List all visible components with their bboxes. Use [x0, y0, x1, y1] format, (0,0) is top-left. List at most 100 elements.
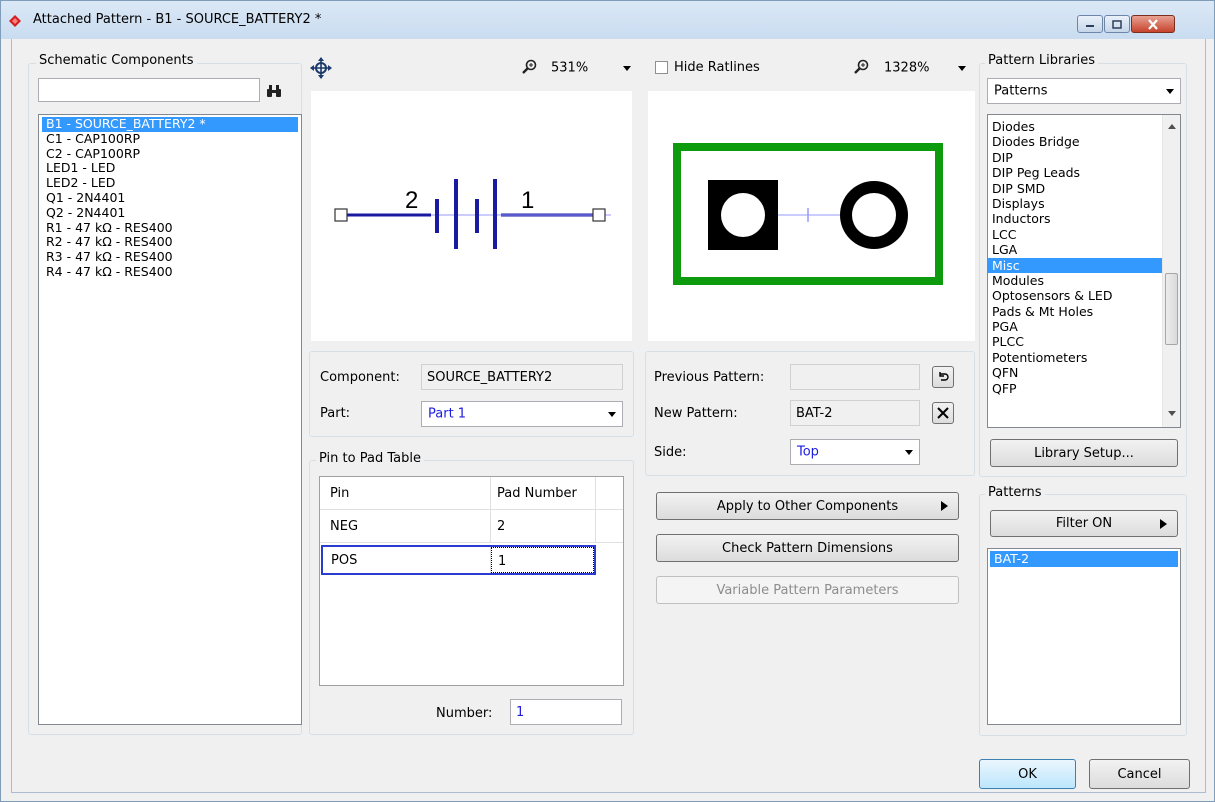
pad-cell-focus[interactable]: 1	[491, 547, 594, 573]
list-item[interactable]: LGA	[988, 242, 1162, 257]
number-input[interactable]: 1	[510, 699, 622, 725]
right-zoom-select[interactable]: 1328%	[878, 56, 972, 80]
ok-button[interactable]: OK	[979, 759, 1076, 789]
minimize-button[interactable]	[1077, 15, 1103, 33]
zoom-icon[interactable]	[522, 59, 538, 75]
number-value: 1	[516, 705, 525, 720]
component-label: Component:	[320, 370, 400, 385]
previous-pattern-field	[790, 364, 920, 390]
library-select[interactable]: Patterns	[987, 78, 1181, 104]
side-label: Side:	[654, 445, 687, 460]
close-icon	[937, 407, 949, 419]
list-item[interactable]: C1 - CAP100RP	[42, 131, 298, 147]
variable-pattern-parameters-label: Variable Pattern Parameters	[716, 582, 899, 598]
list-item[interactable]: R4 - 47 kΩ - RES400	[42, 264, 298, 280]
list-item[interactable]: PLCC	[988, 334, 1162, 349]
list-item[interactable]: LED2 - LED	[42, 175, 298, 191]
variable-pattern-parameters-button[interactable]: Variable Pattern Parameters	[656, 576, 959, 604]
component-value: SOURCE_BATTERY2	[427, 370, 553, 385]
pin-number-right: 1	[521, 187, 534, 214]
part-value: Part 1	[428, 406, 467, 422]
title-bar[interactable]: Attached Pattern - B1 - SOURCE_BATTERY2 …	[1, 1, 1214, 39]
left-zoom-select[interactable]: 531%	[545, 56, 637, 80]
close-button[interactable]	[1131, 15, 1175, 33]
list-item[interactable]: DIP	[988, 150, 1162, 165]
list-item[interactable]: LED1 - LED	[42, 161, 298, 176]
dialog-body: Schematic Components B1 - SOURCE_BATTERY…	[11, 39, 1206, 793]
schematic-components-list[interactable]: B1 - SOURCE_BATTERY2 * C1 - CAP100RP C2 …	[38, 114, 302, 725]
list-item[interactable]: Misc	[988, 257, 1162, 273]
attached-pattern-dialog: Attached Pattern - B1 - SOURCE_BATTERY2 …	[0, 0, 1215, 802]
library-select-value: Patterns	[994, 83, 1048, 99]
list-item[interactable]: C2 - CAP100RP	[42, 146, 298, 162]
pattern-preview[interactable]	[648, 91, 975, 341]
list-item[interactable]: R1 - 47 kΩ - RES400	[42, 220, 298, 236]
maximize-icon	[1112, 19, 1122, 29]
list-item[interactable]: Inductors	[988, 211, 1162, 226]
hide-ratlines-label[interactable]: Hide Ratlines	[674, 60, 760, 75]
left-zoom-value: 531%	[551, 60, 589, 76]
filter-on-label: Filter ON	[1055, 516, 1113, 531]
number-label: Number:	[436, 706, 493, 721]
list-item[interactable]: Diodes	[988, 119, 1162, 134]
list-item[interactable]: B1 - SOURCE_BATTERY2 *	[42, 116, 298, 132]
library-items: Diodes Diodes Bridge DIP DIP Peg Leads D…	[988, 119, 1162, 396]
clear-pattern-button[interactable]	[932, 402, 954, 424]
library-setup-button[interactable]: Library Setup...	[990, 439, 1178, 467]
list-item[interactable]: PGA	[988, 319, 1162, 334]
column-header-pin[interactable]: Pin	[330, 486, 349, 501]
new-pattern-value: BAT-2	[796, 406, 833, 421]
maximize-button[interactable]	[1104, 15, 1130, 33]
part-select[interactable]: Part 1	[421, 401, 623, 427]
binoculars-icon[interactable]	[266, 84, 282, 98]
table-row[interactable]: NEG 2	[320, 510, 623, 543]
list-item[interactable]: Potentiometers	[988, 350, 1162, 365]
zoom-icon[interactable]	[854, 59, 870, 75]
list-item[interactable]: Modules	[988, 273, 1162, 288]
component-search-input[interactable]	[38, 78, 260, 102]
list-item[interactable]: Q2 - 2N4401	[42, 205, 298, 221]
schematic-preview[interactable]: 2 1	[311, 91, 632, 341]
side-select[interactable]: Top	[790, 439, 920, 465]
list-item[interactable]: LCC	[988, 227, 1162, 242]
scroll-up-icon[interactable]	[1168, 124, 1176, 129]
pan-move-icon[interactable]	[310, 57, 332, 79]
schematic-components-label: Schematic Components	[36, 53, 197, 68]
pin-to-pad-table[interactable]: Pin Pad Number NEG 2 POS 1	[319, 476, 624, 686]
list-item[interactable]: Pads & Mt Holes	[988, 304, 1162, 319]
scroll-thumb[interactable]	[1165, 273, 1178, 345]
pin-number-left: 2	[405, 187, 418, 214]
list-item[interactable]: R3 - 47 kΩ - RES400	[42, 249, 298, 265]
column-header-pad[interactable]: Pad Number	[497, 486, 577, 501]
chevron-right-icon	[941, 501, 948, 511]
table-row[interactable]: POS 1	[321, 545, 596, 575]
apply-to-other-components-button[interactable]: Apply to Other Components	[656, 492, 959, 520]
list-item[interactable]: Optosensors & LED	[988, 288, 1162, 303]
list-item[interactable]: BAT-2	[990, 551, 1178, 567]
patterns-list[interactable]: BAT-2	[987, 548, 1181, 725]
list-item[interactable]: R2 - 47 kΩ - RES400	[42, 235, 298, 250]
apply-to-other-components-label: Apply to Other Components	[716, 498, 899, 514]
chevron-down-icon	[608, 412, 616, 417]
restore-pattern-button[interactable]	[932, 366, 954, 388]
check-pattern-dimensions-button[interactable]: Check Pattern Dimensions	[656, 534, 959, 562]
list-item[interactable]: QFP	[988, 381, 1162, 396]
battery-symbol: 2 1	[334, 179, 611, 249]
list-item[interactable]: Diodes Bridge	[988, 134, 1162, 149]
list-item[interactable]: DIP SMD	[988, 181, 1162, 196]
side-value: Top	[797, 444, 819, 460]
list-item[interactable]: Displays	[988, 196, 1162, 211]
app-icon	[9, 15, 21, 27]
filter-on-button[interactable]: Filter ON	[990, 510, 1178, 537]
hide-ratlines-checkbox[interactable]	[655, 61, 668, 74]
library-scrollbar[interactable]	[1162, 115, 1180, 427]
cancel-button[interactable]: Cancel	[1089, 759, 1190, 789]
check-pattern-dimensions-label: Check Pattern Dimensions	[722, 540, 893, 556]
pattern-libraries-list[interactable]: Diodes Diodes Bridge DIP DIP Peg Leads D…	[987, 114, 1181, 428]
component-field: SOURCE_BATTERY2	[421, 364, 623, 390]
list-item[interactable]: DIP Peg Leads	[988, 165, 1162, 180]
list-item[interactable]: QFN	[988, 365, 1162, 380]
scroll-down-icon[interactable]	[1168, 411, 1176, 416]
part-label: Part:	[320, 406, 351, 421]
list-item[interactable]: Q1 - 2N4401	[42, 190, 298, 206]
